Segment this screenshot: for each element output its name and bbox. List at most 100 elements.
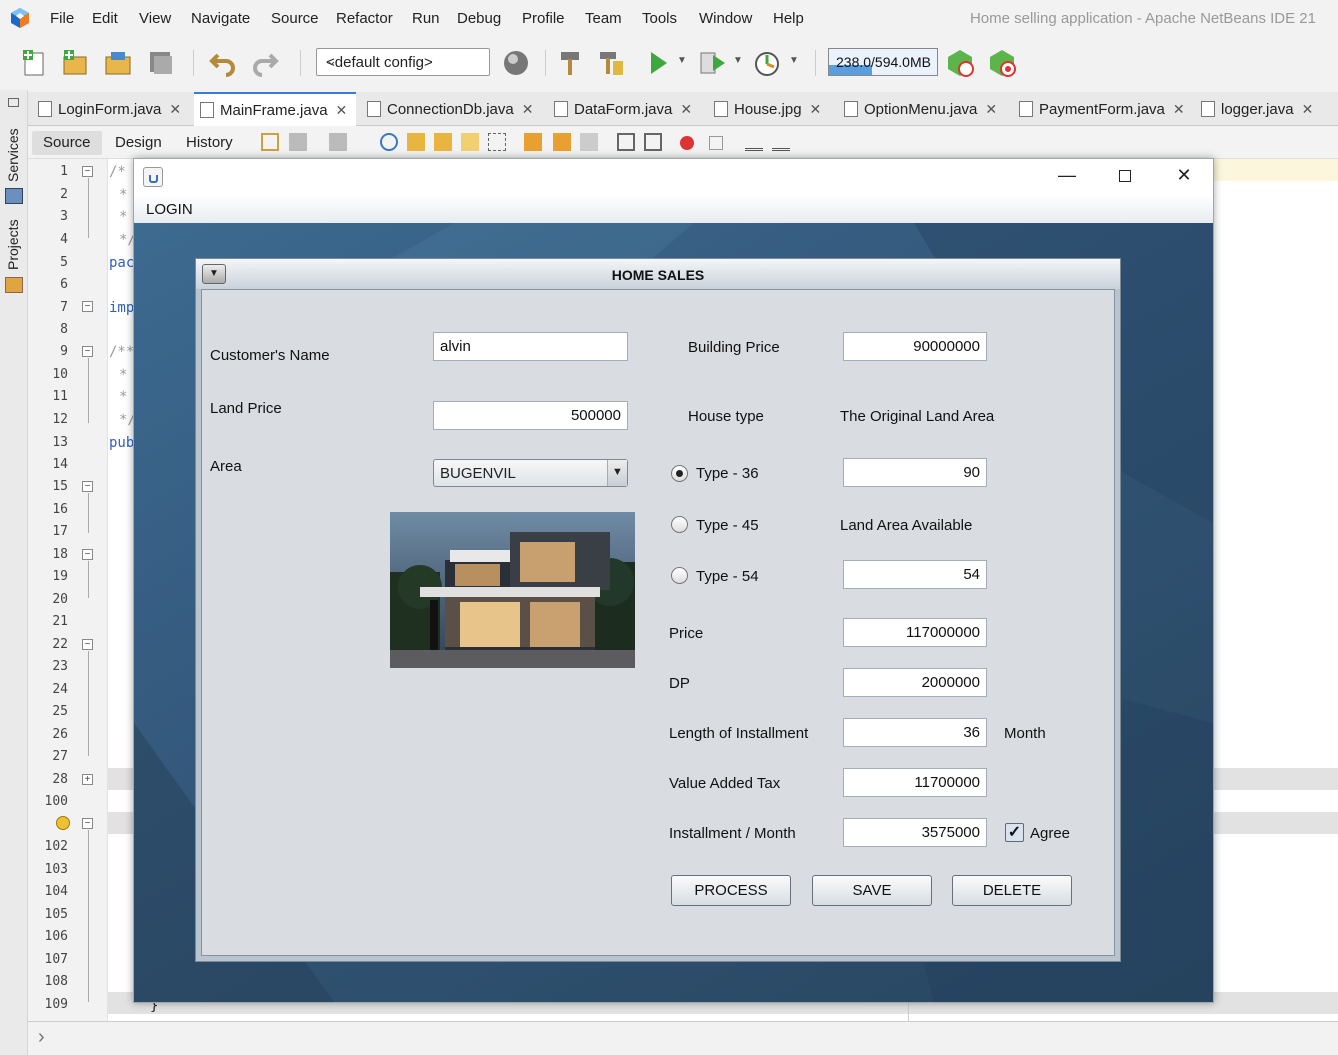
close-icon[interactable]: ✕ — [985, 101, 997, 118]
back-icon[interactable] — [289, 133, 307, 151]
uncomment-icon[interactable] — [772, 133, 790, 151]
rect-select-icon[interactable] — [488, 133, 506, 151]
save-button[interactable]: SAVE — [812, 875, 932, 906]
dp-field[interactable]: 2000000 — [843, 668, 987, 697]
tab-mainframe[interactable]: MainFrame.java ✕ — [194, 92, 356, 126]
stop-profiler-icon[interactable] — [988, 47, 1018, 79]
fold-collapse-icon[interactable]: − — [82, 166, 93, 177]
find-next-icon[interactable] — [434, 133, 452, 151]
tab-connectiondb[interactable]: ConnectionDb.java ✕ — [361, 92, 543, 126]
type-36-radio[interactable] — [671, 465, 688, 482]
close-icon[interactable]: ✕ — [810, 101, 822, 118]
agree-label[interactable]: Agree — [1030, 825, 1070, 842]
delete-button[interactable]: DELETE — [952, 875, 1072, 906]
stop-macro-icon[interactable] — [709, 136, 723, 150]
profile-icon[interactable] — [753, 47, 783, 79]
land-price-field[interactable]: 500000 — [433, 401, 628, 430]
vat-field[interactable]: 11700000 — [843, 768, 987, 797]
services-icon[interactable] — [5, 188, 23, 204]
fold-collapse-icon[interactable]: − — [82, 639, 93, 650]
menu-run[interactable]: Run — [412, 10, 440, 27]
type-36-label[interactable]: Type - 36 — [696, 465, 759, 482]
close-icon[interactable]: ✕ — [680, 101, 692, 118]
menu-login[interactable]: LOGIN — [146, 201, 193, 218]
agree-checkbox[interactable]: ✓ — [1005, 823, 1024, 842]
land-area-available-field[interactable]: 54 — [843, 560, 987, 589]
menu-source[interactable]: Source — [271, 10, 319, 27]
save-all-icon[interactable] — [146, 47, 176, 79]
profile-dropdown-icon[interactable]: ▼ — [789, 55, 799, 66]
open-project-icon[interactable] — [103, 47, 133, 79]
price-field[interactable]: 117000000 — [843, 618, 987, 647]
close-icon[interactable]: ✕ — [1173, 101, 1185, 118]
new-project-icon[interactable] — [60, 47, 90, 79]
tab-loginform[interactable]: LoginForm.java ✕ — [32, 92, 192, 126]
toggle-bookmark-icon[interactable] — [580, 133, 598, 151]
menu-profile[interactable]: Profile — [522, 10, 565, 27]
source-view-button[interactable]: Source — [32, 131, 102, 155]
find-previous-icon[interactable] — [407, 133, 425, 151]
build-hammer-icon[interactable] — [555, 47, 585, 79]
chevron-right-icon[interactable]: › — [38, 1026, 45, 1049]
building-price-field[interactable]: 90000000 — [843, 332, 987, 361]
find-icon[interactable] — [380, 133, 398, 151]
type-54-radio[interactable] — [671, 567, 688, 584]
menu-file[interactable]: File — [50, 10, 74, 27]
menu-help[interactable]: Help — [773, 10, 804, 27]
undo-icon[interactable] — [208, 47, 238, 79]
projects-tab[interactable]: Projects — [5, 219, 21, 270]
installment-month-field[interactable]: 3575000 — [843, 818, 987, 847]
tab-paymentform[interactable]: PaymentForm.java ✕ — [1013, 92, 1195, 126]
config-select[interactable]: <default config> ⌄ — [316, 48, 490, 76]
debug-dropdown-icon[interactable]: ▼ — [733, 55, 743, 66]
clean-build-icon[interactable] — [597, 47, 627, 79]
warning-lightbulb-icon[interactable] — [56, 816, 70, 830]
menu-window[interactable]: Window — [699, 10, 752, 27]
next-bookmark-icon[interactable] — [553, 133, 571, 151]
original-land-area-field[interactable]: 90 — [843, 458, 987, 487]
record-macro-icon[interactable] — [680, 136, 694, 150]
gc-icon[interactable] — [946, 47, 976, 79]
tab-dataform[interactable]: DataForm.java ✕ — [548, 92, 708, 126]
toggle-highlight-icon[interactable] — [461, 133, 479, 151]
internal-frame-titlebar[interactable]: ▼ HOME SALES — [196, 259, 1120, 289]
maximize-button[interactable] — [1105, 165, 1145, 189]
forward-icon[interactable] — [329, 133, 347, 151]
run-icon[interactable] — [644, 47, 674, 79]
tab-house-jpg[interactable]: House.jpg ✕ — [708, 92, 838, 126]
menu-debug[interactable]: Debug — [457, 10, 501, 27]
close-icon[interactable]: ✕ — [1302, 101, 1314, 118]
menu-tools[interactable]: Tools — [642, 10, 677, 27]
minimize-button[interactable]: — — [1047, 165, 1087, 189]
prev-bookmark-icon[interactable] — [524, 133, 542, 151]
memory-indicator[interactable]: 238.0/594.0MB — [828, 48, 938, 76]
close-window-button[interactable]: ✕ — [1164, 165, 1204, 189]
customer-name-field[interactable]: alvin — [433, 332, 628, 361]
redo-icon[interactable] — [250, 47, 280, 79]
new-file-icon[interactable] — [20, 47, 50, 79]
tab-optionmenu[interactable]: OptionMenu.java ✕ — [838, 92, 1013, 126]
fold-expand-icon[interactable]: + — [82, 774, 93, 785]
menu-edit[interactable]: Edit — [92, 10, 118, 27]
globe-icon[interactable] — [502, 47, 532, 79]
area-select[interactable]: BUGENVIL ▼ — [433, 459, 628, 487]
services-tab[interactable]: Services — [5, 128, 21, 182]
tab-logger[interactable]: logger.java ✕ — [1195, 92, 1338, 126]
close-icon[interactable]: ✕ — [522, 101, 534, 118]
history-view-button[interactable]: History — [175, 131, 244, 155]
restore-windows-icon[interactable] — [8, 98, 19, 107]
close-icon[interactable]: ✕ — [169, 101, 181, 118]
type-45-label[interactable]: Type - 45 — [696, 517, 759, 534]
run-dropdown-icon[interactable]: ▼ — [677, 55, 687, 66]
shift-right-icon[interactable] — [644, 133, 662, 151]
chevron-down-icon[interactable]: ▼ — [607, 460, 627, 486]
menu-refactor[interactable]: Refactor — [336, 10, 393, 27]
projects-icon[interactable] — [5, 277, 23, 293]
fold-collapse-icon[interactable]: − — [82, 301, 93, 312]
fold-collapse-icon[interactable]: − — [82, 818, 93, 829]
menu-team[interactable]: Team — [585, 10, 622, 27]
menu-view[interactable]: View — [139, 10, 171, 27]
app-window-titlebar[interactable]: — ✕ — [134, 159, 1213, 195]
process-button[interactable]: PROCESS — [671, 875, 791, 906]
type-54-label[interactable]: Type - 54 — [696, 568, 759, 585]
